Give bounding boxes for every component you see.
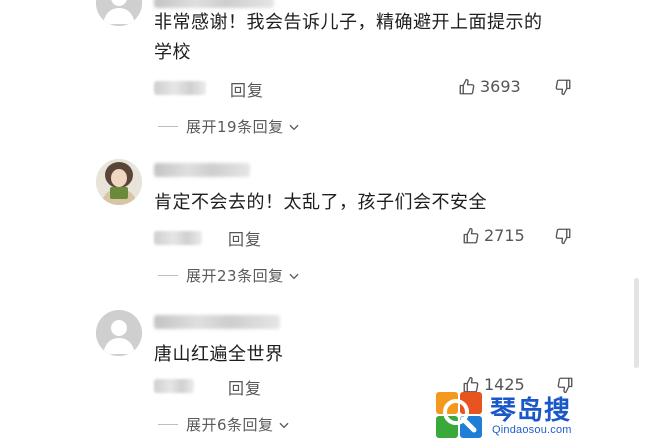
timestamp-redacted: [154, 231, 202, 245]
comment-text-line: 肯定不会去的！太乱了，孩子们会不安全: [154, 192, 487, 213]
dislike-button[interactable]: [554, 227, 572, 249]
reply-button[interactable]: 回复: [230, 77, 264, 101]
like-count: 2715: [484, 226, 525, 245]
thumbs-down-icon: [555, 228, 571, 245]
thumbs-up-icon: [459, 78, 475, 94]
comment-text: 肯定不会去的！太乱了，孩子们会不安全: [154, 188, 584, 218]
divider: [158, 275, 178, 276]
expand-replies-row: 展开23条回复: [158, 265, 301, 286]
expand-replies-row: 展开19条回复: [158, 116, 301, 137]
comment-text: 非常感谢！我会告诉儿子，精确避开上面提示的 学校: [154, 8, 584, 68]
like-button[interactable]: 2715: [462, 226, 525, 245]
avatar[interactable]: [96, 310, 142, 356]
timestamp-redacted: [154, 379, 194, 393]
reply-button[interactable]: 回复: [228, 226, 262, 250]
username-redacted: [154, 315, 280, 329]
comment-text: 唐山红遍全世界: [154, 340, 584, 370]
watermark-title: 琴岛搜: [490, 396, 572, 426]
expand-replies-label: 展开23条回复: [186, 267, 284, 285]
user-photo-avatar: [96, 159, 142, 205]
default-avatar-icon: [96, 310, 142, 356]
scrollbar[interactable]: [634, 278, 639, 368]
chevron-down-icon: [289, 124, 299, 130]
reply-button[interactable]: 回复: [228, 375, 262, 399]
comment-text-line: 学校: [154, 42, 191, 63]
watermark-url: Qindaosou.com: [492, 424, 572, 436]
timestamp-redacted: [154, 81, 206, 95]
watermark-logo-icon: [436, 392, 482, 438]
avatar[interactable]: [96, 0, 142, 26]
expand-replies-button[interactable]: 展开6条回复: [186, 414, 291, 435]
expand-replies-label: 展开19条回复: [186, 118, 284, 136]
comment-text-line: 非常感谢！我会告诉儿子，精确避开上面提示的: [154, 12, 543, 33]
like-button[interactable]: 3693: [458, 77, 521, 96]
chevron-down-icon: [289, 273, 299, 279]
chevron-down-icon: [279, 422, 289, 428]
comment-list: 非常感谢！我会告诉儿子，精确避开上面提示的 学校 回复 3693 展开19条回复: [0, 0, 647, 448]
dislike-button[interactable]: [554, 78, 572, 100]
thumbs-up-icon: [463, 227, 479, 243]
thumbs-down-icon: [555, 79, 571, 96]
divider: [158, 126, 178, 127]
expand-replies-button[interactable]: 展开23条回复: [186, 265, 301, 286]
username-redacted: [154, 0, 274, 8]
comment-text-line: 唐山红遍全世界: [154, 344, 284, 365]
comment-item: 肯定不会去的！太乱了，孩子们会不安全 回复 2715 展开23条回复: [0, 150, 640, 300]
username-redacted: [154, 163, 250, 177]
like-count: 3693: [480, 77, 521, 96]
expand-replies-button[interactable]: 展开19条回复: [186, 116, 301, 137]
default-avatar-icon: [96, 0, 142, 26]
expand-replies-label: 展开6条回复: [186, 416, 274, 434]
divider: [158, 424, 178, 425]
expand-replies-row: 展开6条回复: [158, 414, 291, 435]
comment-item: 非常感谢！我会告诉儿子，精确避开上面提示的 学校 回复 3693 展开19条回复: [0, 0, 640, 150]
watermark: 琴岛搜 Qindaosou.com: [434, 388, 594, 444]
avatar[interactable]: [96, 159, 142, 205]
